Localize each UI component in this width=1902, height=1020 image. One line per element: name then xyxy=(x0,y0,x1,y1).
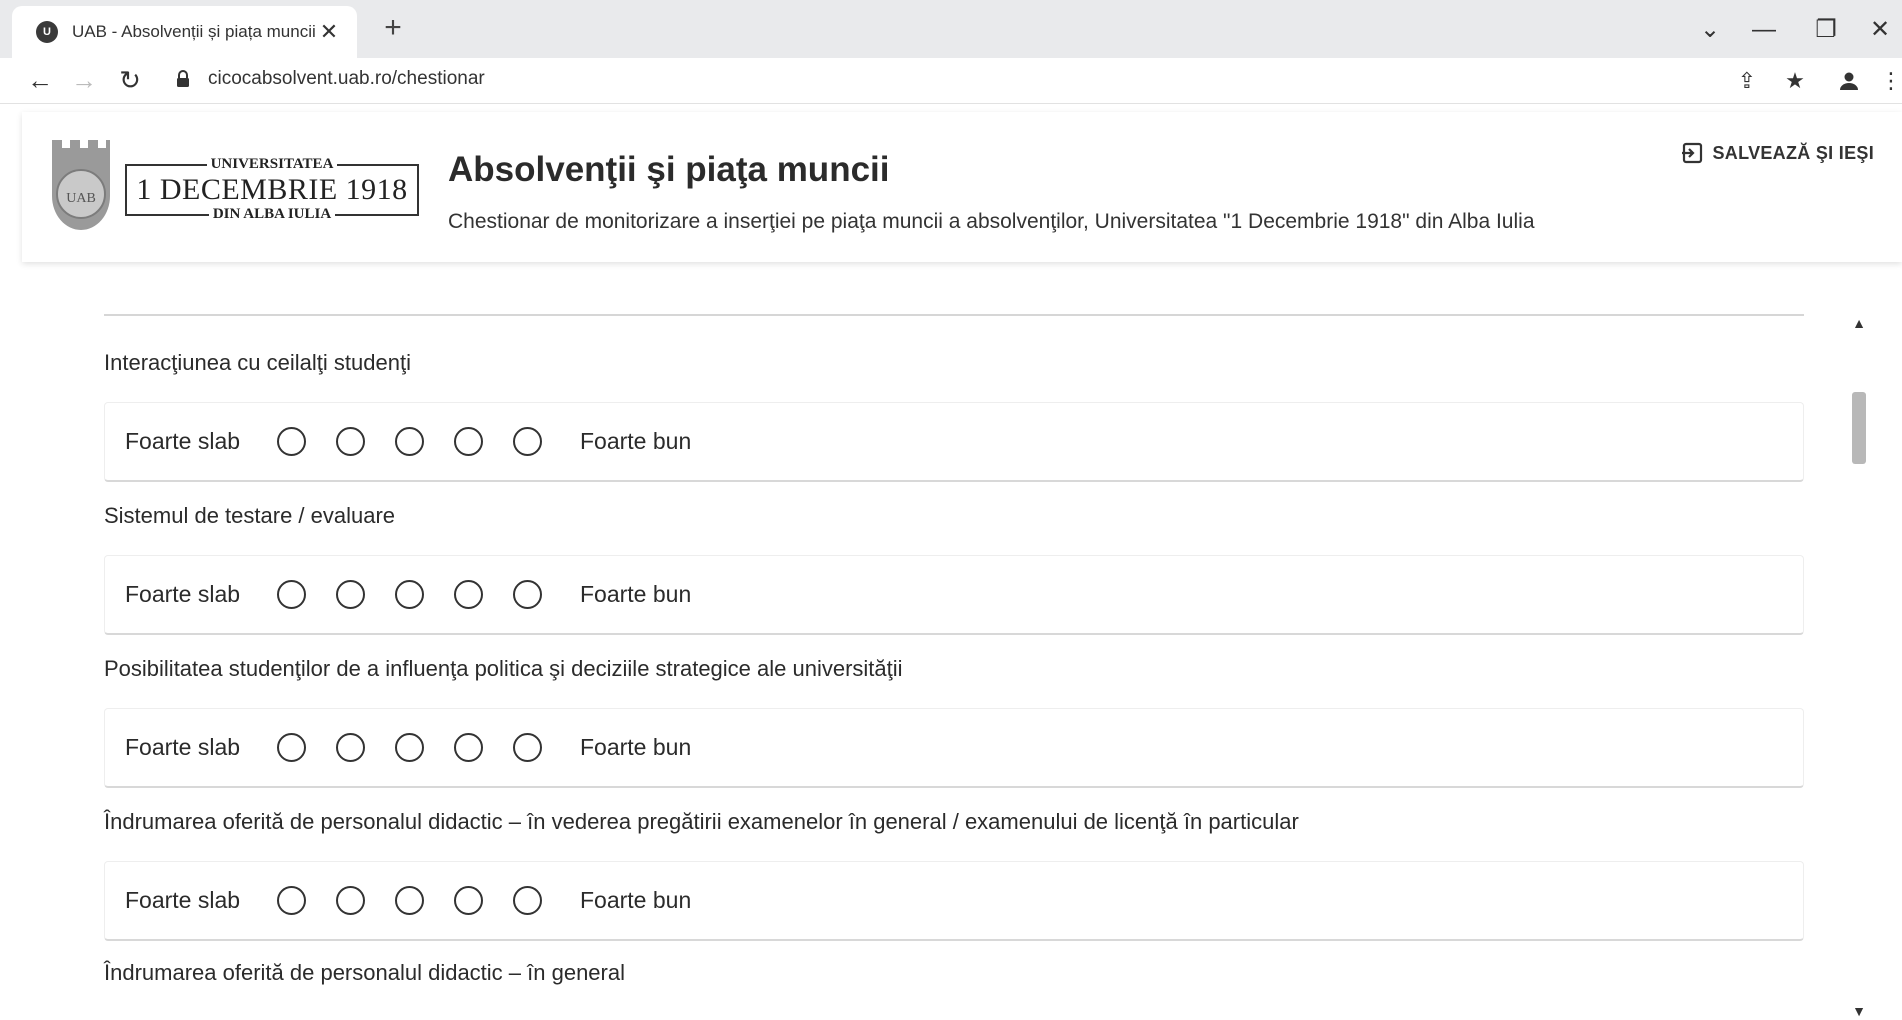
question-label: Interacţiunea cu ceilalţi studenţi xyxy=(104,350,411,375)
tab-search-icon[interactable]: ⌄ xyxy=(1692,12,1728,48)
tab-title: UAB - Absolvenții și piața muncii xyxy=(72,22,315,41)
restore-button[interactable]: ❐ xyxy=(1808,12,1844,48)
rating-radio-4[interactable] xyxy=(454,733,483,762)
rating-radio-1[interactable] xyxy=(277,580,306,609)
back-button[interactable]: ← xyxy=(22,62,58,98)
question-item: Sistemul de testare / evaluare Foarte sl… xyxy=(104,499,1804,635)
minimize-button[interactable]: — xyxy=(1746,12,1782,48)
rating-radio-3[interactable] xyxy=(395,580,424,609)
scale-high-label: Foarte bun xyxy=(580,581,692,607)
rating-radio-2[interactable] xyxy=(336,733,365,762)
rating-radio-1[interactable] xyxy=(277,733,306,762)
rating-radio-3[interactable] xyxy=(395,886,424,915)
rating-radio-3[interactable] xyxy=(395,427,424,456)
scrollbar-thumb[interactable] xyxy=(1852,392,1866,464)
rating-radio-group xyxy=(277,580,542,609)
svg-text:UAB: UAB xyxy=(66,191,96,206)
rating-radio-4[interactable] xyxy=(454,580,483,609)
rating-radio-5[interactable] xyxy=(513,886,542,915)
rating-radio-5[interactable] xyxy=(513,580,542,609)
page-scrollbar[interactable]: ▲ ▼ xyxy=(1848,262,1870,1020)
question-item: Interacţiunea cu ceilalţi studenţi Foart… xyxy=(104,346,1804,482)
question-label: Îndrumarea oferită de personalul didacti… xyxy=(104,809,1299,834)
profile-icon[interactable] xyxy=(1832,64,1866,98)
rating-radio-2[interactable] xyxy=(336,580,365,609)
rating-radio-2[interactable] xyxy=(336,886,365,915)
rating-scale: Foarte slab Foarte bun xyxy=(104,861,1804,941)
address-bar[interactable]: cicocabsolvent.uab.ro/chestionar xyxy=(208,68,485,90)
rating-radio-5[interactable] xyxy=(513,733,542,762)
site-favicon-icon: U xyxy=(36,21,58,43)
page-subtitle: Chestionar de monitorizare a inserţiei p… xyxy=(448,210,1535,233)
scale-low-label: Foarte slab xyxy=(125,428,241,454)
scale-high-label: Foarte bun xyxy=(580,887,692,913)
rating-radio-3[interactable] xyxy=(395,733,424,762)
scale-low-label: Foarte slab xyxy=(125,734,241,760)
exit-icon xyxy=(1681,142,1702,164)
questionnaire-area: Interacţiunea cu ceilalţi studenţi Foart… xyxy=(0,262,1902,1020)
rating-radio-4[interactable] xyxy=(454,427,483,456)
rating-radio-5[interactable] xyxy=(513,427,542,456)
rating-scale: Foarte slab Foarte bun xyxy=(104,402,1804,482)
rating-radio-1[interactable] xyxy=(277,427,306,456)
tab-close-icon[interactable]: ✕ xyxy=(315,19,343,45)
scale-high-label: Foarte bun xyxy=(580,734,692,760)
bookmark-star-icon[interactable]: ★ xyxy=(1778,64,1812,98)
rating-scale: Foarte slab Foarte bun xyxy=(104,555,1804,635)
save-and-exit-label: SALVEAZĂ ŞI IEŞI xyxy=(1712,142,1874,163)
rating-radio-group xyxy=(277,733,542,762)
question-label: Sistemul de testare / evaluare xyxy=(104,503,396,528)
rating-radio-group xyxy=(277,886,542,915)
logo-top-line: UNIVERSITATEA xyxy=(125,156,419,173)
save-and-exit-button[interactable]: SALVEAZĂ ŞI IEŞI xyxy=(1681,142,1875,164)
logo-bottom-line: DIN ALBA IULIA xyxy=(125,206,419,223)
browser-tabstrip: U UAB - Absolvenții și piața muncii ✕ + … xyxy=(0,0,1902,58)
new-tab-button[interactable]: + xyxy=(376,12,410,46)
browser-toolbar: ← → ↻ cicocabsolvent.uab.ro/chestionar ⇪… xyxy=(0,58,1902,104)
rating-radio-4[interactable] xyxy=(454,886,483,915)
question-item: Îndrumarea oferită de personalul didacti… xyxy=(104,805,1804,941)
question-label: Îndrumarea oferită de personalul didacti… xyxy=(104,960,625,985)
question-label: Posibilitatea studenţilor de a influenţa… xyxy=(104,656,903,681)
reload-button[interactable]: ↻ xyxy=(112,62,148,98)
close-window-button[interactable]: ✕ xyxy=(1862,12,1898,48)
university-seal-logo: UAB xyxy=(52,140,110,230)
browser-menu-icon[interactable]: ⋮ xyxy=(1874,64,1902,98)
scale-low-label: Foarte slab xyxy=(125,581,241,607)
rating-radio-group xyxy=(277,427,542,456)
rating-scale: Foarte slab Foarte bun xyxy=(104,708,1804,788)
app-header: UAB 1 DECEMBRIE 1918 UNIVERSITATEA DIN A… xyxy=(22,112,1902,262)
rating-radio-1[interactable] xyxy=(277,886,306,915)
page-title: Absolvenţii şi piaţa muncii xyxy=(448,150,890,189)
question-item: Posibilitatea studenţilor de a influenţa… xyxy=(104,652,1804,788)
scale-low-label: Foarte slab xyxy=(125,887,241,913)
previous-card-edge xyxy=(104,314,1804,316)
forward-button[interactable]: → xyxy=(66,62,102,98)
scroll-up-arrow-icon[interactable]: ▲ xyxy=(1848,312,1870,334)
scroll-down-arrow-icon[interactable]: ▼ xyxy=(1848,1000,1870,1020)
lock-icon xyxy=(177,70,189,87)
browser-tab[interactable]: U UAB - Absolvenții și piața muncii ✕ xyxy=(12,6,357,58)
share-icon[interactable]: ⇪ xyxy=(1730,64,1764,98)
scale-high-label: Foarte bun xyxy=(580,428,692,454)
rating-radio-2[interactable] xyxy=(336,427,365,456)
